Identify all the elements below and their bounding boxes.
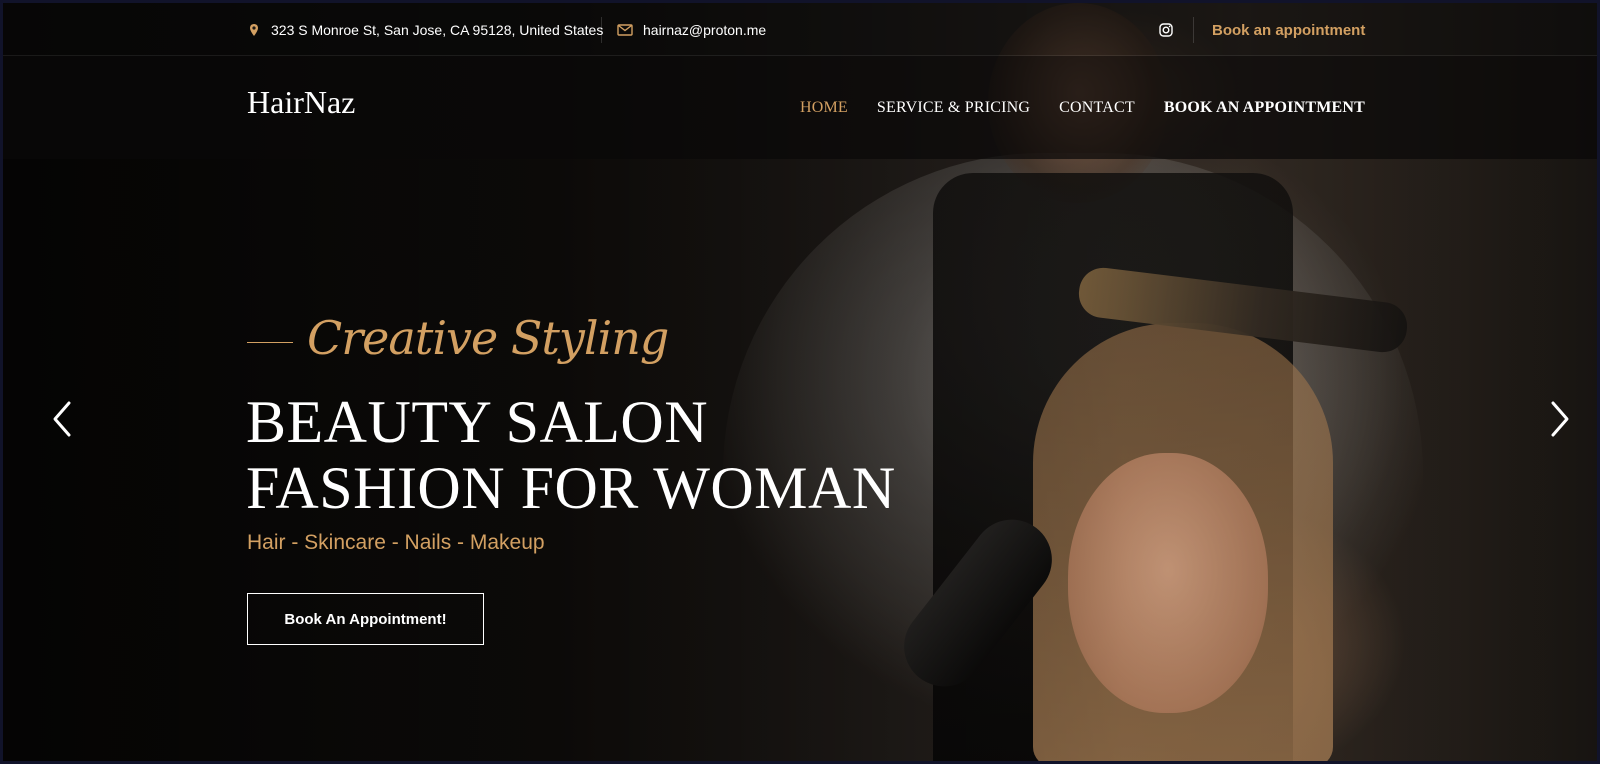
hero-headline: BEAUTY SALON FASHION FOR WOMAN bbox=[246, 389, 896, 521]
hero-subtitle: Hair - Skincare - Nails - Makeup bbox=[247, 531, 545, 554]
divider bbox=[1193, 17, 1194, 43]
headline-line-2: FASHION FOR WOMAN bbox=[246, 455, 896, 521]
tagline-text: Creative Styling bbox=[307, 311, 669, 365]
email-link[interactable]: hairnaz@proton.me bbox=[643, 22, 766, 38]
map-pin-icon bbox=[250, 24, 258, 36]
envelope-icon bbox=[617, 24, 633, 36]
photo-detail bbox=[933, 173, 1293, 761]
nav-item-contact[interactable]: CONTACT bbox=[1059, 99, 1135, 117]
tagline-dash bbox=[247, 341, 293, 343]
nav-item-home[interactable]: HOME bbox=[800, 99, 848, 117]
main-navbar: HairNaz HOME SERVICE & PRICING CONTACT B… bbox=[3, 56, 1597, 159]
address-info: 323 S Monroe St, San Jose, CA 95128, Uni… bbox=[247, 22, 603, 38]
book-appointment-button[interactable]: Book An Appointment! bbox=[247, 593, 484, 645]
photo-detail bbox=[887, 503, 1069, 703]
email-info[interactable]: hairnaz@proton.me bbox=[617, 22, 766, 38]
photo-detail bbox=[1033, 323, 1333, 761]
hero-tagline: Creative Styling bbox=[247, 311, 669, 365]
photo-detail bbox=[1076, 265, 1410, 355]
nav-item-book-appointment[interactable]: BOOK AN APPOINTMENT bbox=[1164, 99, 1365, 117]
chevron-right-icon[interactable] bbox=[1545, 399, 1575, 439]
hero-slider: 323 S Monroe St, San Jose, CA 95128, Uni… bbox=[0, 0, 1600, 764]
address-text: 323 S Monroe St, San Jose, CA 95128, Uni… bbox=[271, 22, 604, 38]
divider bbox=[601, 17, 602, 43]
top-bar: 323 S Monroe St, San Jose, CA 95128, Uni… bbox=[3, 3, 1597, 56]
instagram-icon[interactable] bbox=[1159, 23, 1173, 37]
photo-detail bbox=[1068, 453, 1268, 713]
main-nav: HOME SERVICE & PRICING CONTACT BOOK AN A… bbox=[800, 99, 1365, 117]
headline-line-1: BEAUTY SALON bbox=[246, 389, 709, 455]
chevron-left-icon[interactable] bbox=[47, 399, 77, 439]
nav-item-service-pricing[interactable]: SERVICE & PRICING bbox=[877, 99, 1030, 117]
top-book-appointment-link[interactable]: Book an appointment bbox=[1212, 22, 1365, 39]
site-logo[interactable]: HairNaz bbox=[247, 84, 355, 121]
